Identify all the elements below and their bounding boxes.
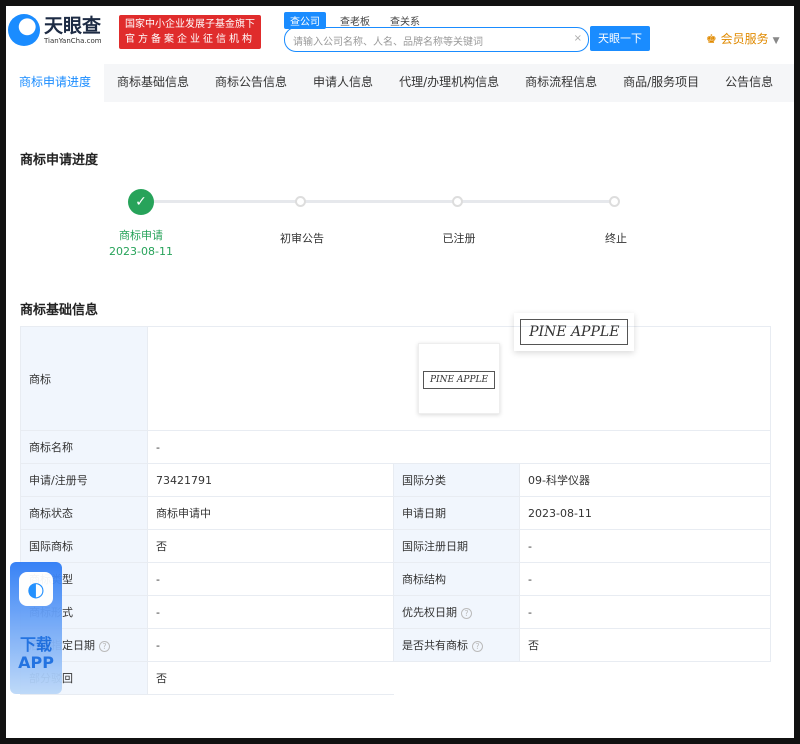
clear-icon[interactable]: × [574, 33, 582, 44]
value: - [148, 431, 771, 464]
label: 商标名称 [21, 431, 148, 464]
tab-progress[interactable]: 商标申请进度 [6, 64, 104, 102]
vip-menu[interactable]: ♚ 会员服务 ▼ [706, 30, 780, 47]
value: 2023-08-11 [520, 497, 771, 530]
badge-line1: 国家中小企业发展子基金旗下 [119, 17, 261, 32]
value: 否 [148, 662, 394, 695]
value: 否 [148, 530, 394, 563]
empty-cell [394, 662, 771, 695]
trademark-image-small[interactable]: PINE APPLE [418, 343, 500, 414]
vip-label: 会员服务 [721, 32, 769, 46]
value: - [520, 530, 771, 563]
app-label: APP [10, 654, 62, 672]
header: 天眼查TianYanCha.com 国家中小企业发展子基金旗下官方备案企业征信机… [6, 6, 794, 64]
search-placeholder: 请输入公司名称、人名、品牌名称等关键词 [293, 37, 483, 48]
value: - [520, 563, 771, 596]
step-date: 2023-08-11 [91, 245, 191, 258]
label: 商标 [21, 327, 148, 431]
value: - [148, 629, 394, 662]
trademark-images: PINE APPLEPINE APPLE [148, 327, 771, 431]
tab-announcement[interactable]: 商标公告信息 [202, 64, 300, 102]
logo[interactable]: 天眼查TianYanCha.com [8, 14, 102, 46]
download-label: 下载 [10, 636, 62, 654]
chevron-down-icon: ▼ [773, 36, 780, 46]
label: 申请/注册号 [21, 464, 148, 497]
tab-bar: 商标申请进度 商标基础信息 商标公告信息 申请人信息 代理/办理机构信息 商标流… [6, 64, 794, 102]
progress-line [140, 200, 616, 203]
tab-goods[interactable]: 商品/服务项目 [610, 64, 712, 102]
step-label: 已注册 [409, 230, 509, 246]
label: 国际注册日期 [394, 530, 520, 563]
app-logo-icon: ◐ [19, 572, 53, 606]
value: 73421791 [148, 464, 394, 497]
step-dot [295, 196, 306, 207]
value: 否 [520, 629, 771, 662]
label: 国际商标 [21, 530, 148, 563]
value: 商标申请中 [148, 497, 394, 530]
official-badge: 国家中小企业发展子基金旗下官方备案企业征信机构 [119, 15, 261, 49]
search-input[interactable]: 请输入公司名称、人名、品牌名称等关键词 × [284, 27, 589, 52]
basic-info-table: 商标 PINE APPLEPINE APPLE 商标名称- 申请/注册号7342… [20, 326, 771, 695]
logo-icon [8, 14, 40, 46]
label: 商标状态 [21, 497, 148, 530]
tab-flow[interactable]: 商标流程信息 [512, 64, 610, 102]
step-label: 初审公告 [252, 230, 352, 246]
label-with-help: 是否共有商标? [394, 629, 520, 662]
step-label: 终止 [566, 230, 666, 246]
label-with-help: 优先权日期? [394, 596, 520, 629]
label: 是否共有商标 [402, 639, 468, 652]
step-dot [609, 196, 620, 207]
progress-title: 商标申请进度 [20, 149, 98, 168]
download-app-button[interactable]: ◐ 下载APP [10, 562, 62, 694]
badge-line2: 官方备案企业征信机构 [119, 32, 261, 47]
help-icon[interactable]: ? [472, 641, 483, 652]
tab-agent[interactable]: 代理/办理机构信息 [386, 64, 512, 102]
page: 天眼查TianYanCha.com 国家中小企业发展子基金旗下官方备案企业征信机… [6, 6, 794, 738]
help-icon[interactable]: ? [99, 641, 110, 652]
tab-notice[interactable]: 公告信息 [712, 64, 786, 102]
label: 国际分类 [394, 464, 520, 497]
value: - [148, 563, 394, 596]
value: 09-科学仪器 [520, 464, 771, 497]
logo-name: 天眼查 [44, 15, 102, 37]
basic-title: 商标基础信息 [20, 299, 98, 318]
value: - [148, 596, 394, 629]
trademark-image-large[interactable]: PINE APPLE [514, 313, 634, 351]
tab-basic[interactable]: 商标基础信息 [104, 64, 202, 102]
help-icon[interactable]: ? [461, 608, 472, 619]
logo-sub: TianYanCha.com [44, 37, 102, 45]
step-label: 商标申请 [91, 227, 191, 243]
step-dot [452, 196, 463, 207]
label: 申请日期 [394, 497, 520, 530]
tab-applicant[interactable]: 申请人信息 [300, 64, 386, 102]
check-icon: ✓ [128, 189, 154, 215]
label: 商标结构 [394, 563, 520, 596]
value: - [520, 596, 771, 629]
search-button[interactable]: 天眼一下 [590, 26, 650, 51]
label: 优先权日期 [402, 606, 457, 619]
crown-icon: ♚ [706, 32, 721, 46]
